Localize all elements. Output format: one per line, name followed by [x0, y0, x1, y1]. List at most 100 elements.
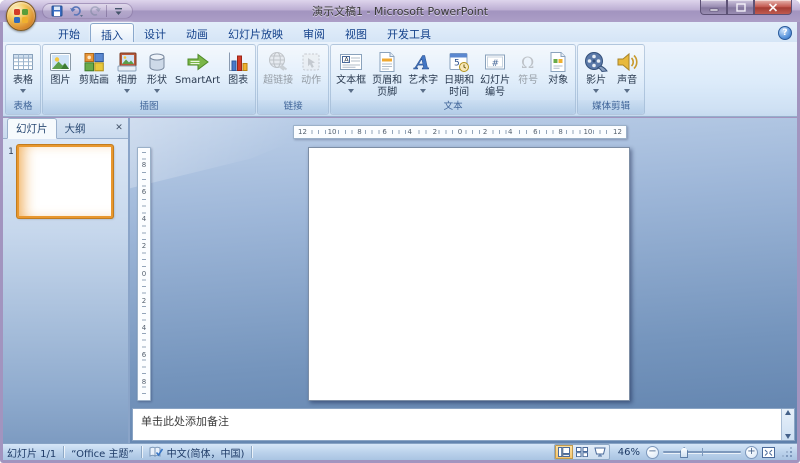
textbox-icon: A — [338, 48, 364, 75]
dropdown-arrow-icon — [593, 88, 600, 93]
normal-view-button[interactable] — [555, 445, 573, 459]
ribbon-group-text: A 文本框 页眉和 页脚 A 艺术字 5 日期和 时间 # 幻灯片 编号 Ω 符… — [330, 44, 577, 115]
header-footer-button[interactable]: 页眉和 页脚 — [369, 46, 405, 100]
photo-album-label: 相册 — [117, 75, 137, 86]
textbox-label: 文本框 — [336, 75, 367, 86]
slide-thumbnail[interactable] — [17, 145, 113, 218]
hyperlink-label: 超链接 — [263, 75, 294, 86]
picture-button[interactable]: 图片 — [45, 46, 76, 100]
tab-animations[interactable]: 动画 — [176, 23, 218, 42]
slide-sorter-icon — [576, 447, 588, 457]
ruler-tick-label: 2 — [141, 296, 147, 305]
customize-qat-button[interactable] — [110, 4, 126, 18]
undo-button[interactable] — [68, 4, 84, 18]
action-label: 动作 — [301, 75, 322, 86]
tab-review[interactable]: 审阅 — [293, 23, 335, 42]
scroll-up-icon[interactable] — [785, 410, 791, 415]
ruler-tick-label: 10 — [582, 126, 594, 138]
tab-insert[interactable]: 插入 — [90, 23, 134, 42]
panel-tab-slides[interactable]: 幻灯片 — [7, 118, 57, 139]
slide-sorter-view-button[interactable] — [573, 445, 591, 459]
close-button[interactable] — [754, 0, 792, 15]
sound-button[interactable]: 声音 — [612, 46, 642, 100]
date-time-label: 日期和 — [444, 75, 475, 86]
statusbar-separator — [63, 446, 65, 458]
tab-home[interactable]: 开始 — [48, 23, 90, 42]
ribbon-group-media: 影片 声音 媒体剪辑 — [577, 44, 646, 115]
tab-slideshow[interactable]: 幻灯片放映 — [218, 23, 293, 42]
ruler-tick-label: 4 — [507, 126, 514, 138]
zoom-slider[interactable] — [663, 445, 741, 459]
dropdown-arrow-icon — [420, 88, 427, 93]
ruler-tick-label: 2 — [141, 242, 147, 251]
ruler-tick-label: 6 — [381, 126, 388, 138]
hyperlink-icon — [266, 48, 290, 75]
slideshow-view-button[interactable] — [591, 445, 609, 459]
office-button[interactable] — [6, 1, 36, 31]
ruler-tick-label: 12 — [612, 126, 623, 138]
notes-placeholder[interactable]: 单击此处添加备注 — [133, 409, 781, 440]
status-bar: 幻灯片 1/1 “Office 主题” 中文(简体，中国) 46% − + — [3, 443, 797, 460]
redo-button[interactable] — [87, 4, 103, 18]
save-button[interactable] — [49, 4, 65, 18]
hyperlink-button[interactable]: 超链接 — [260, 46, 296, 100]
tab-developer[interactable]: 开发工具 — [377, 23, 441, 42]
movie-button[interactable]: 影片 — [580, 46, 612, 100]
object-button[interactable]: 对象 — [543, 46, 573, 100]
tab-view[interactable]: 视图 — [335, 23, 377, 42]
panel-close-button[interactable] — [112, 121, 126, 135]
action-button[interactable]: 动作 — [296, 46, 326, 100]
maximize-button[interactable] — [727, 0, 754, 15]
close-icon — [768, 2, 778, 12]
tab-design[interactable]: 设计 — [134, 23, 176, 42]
svg-text:A: A — [413, 52, 430, 74]
ruler-tick-label: 8 — [557, 126, 564, 138]
help-button[interactable] — [778, 26, 792, 40]
fit-to-window-button[interactable] — [762, 446, 775, 458]
wordart-button[interactable]: A 艺术字 — [405, 46, 441, 100]
zoom-percentage[interactable]: 46% — [614, 447, 640, 458]
spellcheck-status[interactable]: 中文(简体，中国) — [149, 445, 244, 460]
table-button[interactable]: 表格 — [8, 46, 38, 100]
slides-panel: 幻灯片 大纲 1 — [3, 118, 130, 443]
ruler-tick-label: 8 — [141, 161, 147, 169]
chart-button[interactable]: 图表 — [223, 46, 253, 100]
shapes-button[interactable]: 形状 — [142, 46, 172, 100]
notes-scrollbar[interactable] — [781, 409, 794, 440]
zoom-out-button[interactable]: − — [646, 445, 659, 459]
slide-canvas[interactable] — [308, 147, 630, 401]
ribbon-group-illustrations: 图片 剪贴画 相册 形状 SmartArt 图表 插图 — [42, 44, 257, 115]
ribbon-group-links: 超链接 动作 链接 — [257, 44, 330, 115]
slideshow-icon — [594, 447, 606, 457]
symbol-button[interactable]: Ω 符号 — [513, 46, 543, 100]
powerpoint-window: 演示文稿1 - Microsoft PowerPoint 开始 插入 设计 动画… — [0, 0, 800, 463]
zoom-in-button[interactable]: + — [745, 445, 758, 459]
shapes-icon — [145, 48, 169, 75]
symbol-label: 符号 — [518, 75, 539, 86]
date-time-label-2: 时间 — [449, 86, 470, 98]
spellcheck-icon — [149, 446, 163, 457]
zoom-slider-thumb[interactable] — [680, 447, 689, 458]
maximize-icon — [735, 2, 746, 12]
picture-label: 图片 — [50, 75, 71, 86]
main-area: 幻灯片 大纲 1 12 10 8 6 4 2 0 2 4 6 8 10 12 8 6 4 2 0 2 4 6 8 单击此… — [3, 118, 797, 443]
ruler-tick-label: 4 — [141, 323, 147, 332]
window-controls — [700, 0, 792, 15]
panel-tab-outline[interactable]: 大纲 — [57, 119, 94, 138]
slide-indicator: 幻灯片 1/1 — [7, 448, 57, 460]
resize-grip[interactable] — [781, 446, 793, 458]
photo-album-button[interactable]: 相册 — [112, 46, 142, 100]
slide-number-button[interactable]: # 幻灯片 编号 — [477, 46, 513, 100]
clipart-button[interactable]: 剪贴画 — [76, 46, 112, 100]
picture-icon — [48, 48, 73, 75]
qat-separator — [106, 5, 107, 17]
textbox-button[interactable]: A 文本框 — [333, 46, 369, 100]
sound-label: 声音 — [617, 75, 638, 86]
scroll-down-icon[interactable] — [785, 434, 791, 439]
ribbon-group-tables: 表格 表格 — [5, 44, 41, 115]
movie-label: 影片 — [586, 75, 607, 86]
date-time-button[interactable]: 5 日期和 时间 — [441, 46, 477, 100]
slide-number-label: 幻灯片 — [480, 75, 511, 86]
smartart-button[interactable]: SmartArt — [172, 46, 223, 100]
minimize-button[interactable] — [700, 0, 727, 15]
